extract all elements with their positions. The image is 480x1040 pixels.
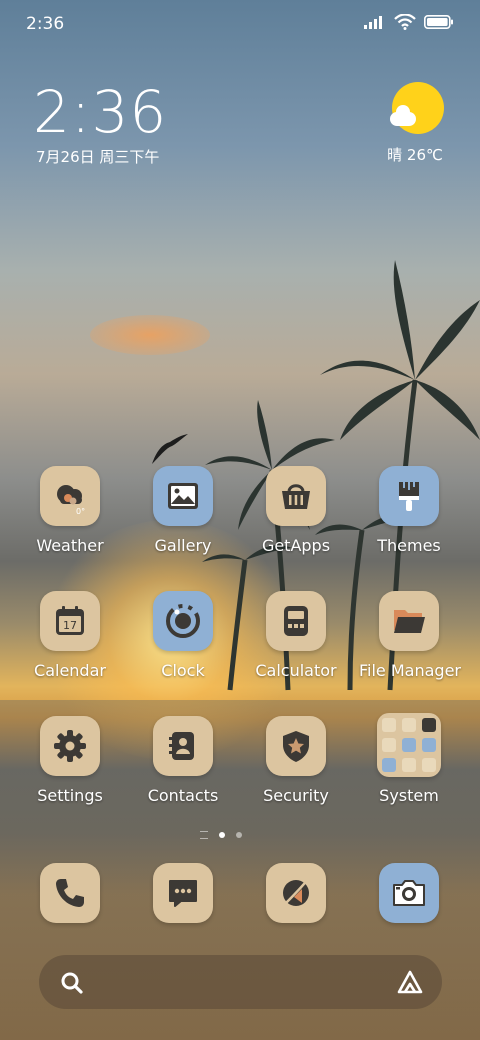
folder-icon — [379, 591, 439, 651]
page-dot-active — [219, 832, 225, 838]
page-dot — [236, 832, 242, 838]
status-time: 2:36 — [26, 14, 65, 34]
basket-icon — [266, 466, 326, 526]
camera-icon — [379, 863, 439, 923]
app-getapps[interactable]: GetApps — [246, 466, 346, 555]
dock-messages[interactable] — [133, 863, 233, 923]
home-screen: 2:36 2:36 7月26日 周三下午 晴 26℃ 0° Weather Ga… — [0, 0, 480, 1040]
status-icons — [364, 14, 454, 30]
browser-icon — [266, 863, 326, 923]
signal-icon — [364, 16, 382, 29]
app-security[interactable]: Security — [246, 716, 346, 805]
paintbrush-icon — [379, 466, 439, 526]
app-clock[interactable]: Clock — [133, 591, 233, 680]
shield-star-icon — [266, 716, 326, 776]
assistant-icon[interactable] — [396, 968, 424, 996]
feed-page-indicator — [200, 831, 208, 839]
wallpaper-cloud — [90, 315, 210, 355]
app-label: Calendar — [34, 661, 106, 680]
status-bar: 2:36 — [0, 0, 480, 50]
app-label: Calculator — [255, 661, 337, 680]
mini-app-icon — [402, 738, 416, 752]
app-calculator[interactable]: Calculator — [246, 591, 346, 680]
mini-app-icon — [422, 738, 436, 752]
contacts-icon — [153, 716, 213, 776]
app-label: Weather — [36, 536, 104, 555]
app-label: File Manager — [359, 661, 461, 680]
app-calendar[interactable]: 17 Calendar — [20, 591, 120, 680]
mini-app-icon — [402, 718, 416, 732]
mini-app-icon — [402, 758, 416, 772]
clock-widget-time[interactable]: 2:36 — [33, 78, 167, 146]
weather-icon-temp: 0° — [76, 507, 85, 516]
app-label: GetApps — [261, 536, 331, 555]
dock-browser[interactable] — [246, 863, 346, 923]
folder-grid-icon — [377, 713, 441, 777]
weather-widget[interactable]: 晴 26℃ — [386, 82, 444, 165]
weather-icon: 0° — [40, 466, 100, 526]
app-contacts[interactable]: Contacts — [133, 716, 233, 805]
app-label: Security — [263, 786, 329, 805]
app-label: Themes — [377, 536, 441, 555]
app-label: Gallery — [154, 536, 212, 555]
dock-phone[interactable] — [20, 863, 120, 923]
wallpaper-bird — [152, 434, 188, 464]
app-gallery[interactable]: Gallery — [133, 466, 233, 555]
calculator-icon — [266, 591, 326, 651]
app-label: System — [379, 786, 439, 805]
page-indicator[interactable] — [200, 831, 242, 839]
gallery-icon — [153, 466, 213, 526]
search-icon — [61, 972, 83, 994]
clock-icon — [153, 591, 213, 651]
gear-icon — [40, 716, 100, 776]
app-label: Clock — [161, 661, 205, 680]
calendar-icon: 17 — [40, 591, 100, 651]
app-settings[interactable]: Settings — [20, 716, 120, 805]
phone-icon — [40, 863, 100, 923]
mini-app-icon — [382, 738, 396, 752]
clock-widget-date[interactable]: 7月26日 周三下午 — [36, 146, 159, 167]
mini-app-icon — [422, 758, 436, 772]
dock-camera[interactable] — [359, 863, 459, 923]
search-bar[interactable] — [39, 955, 442, 1009]
wifi-icon — [394, 14, 416, 30]
app-weather[interactable]: 0° Weather — [20, 466, 120, 555]
app-label: Settings — [37, 786, 103, 805]
sunny-partly-cloudy-icon — [390, 82, 444, 134]
mini-app-icon — [422, 718, 436, 732]
message-icon — [153, 863, 213, 923]
calendar-day: 17 — [63, 619, 77, 632]
battery-icon — [424, 15, 453, 29]
weather-widget-text: 晴 26℃ — [387, 146, 443, 164]
app-folder-system[interactable]: System — [359, 713, 459, 805]
app-themes[interactable]: Themes — [359, 466, 459, 555]
app-file-manager[interactable]: File Manager — [359, 591, 461, 680]
mini-app-icon — [382, 718, 396, 732]
app-label: Contacts — [147, 786, 219, 805]
mini-app-icon — [382, 758, 396, 772]
